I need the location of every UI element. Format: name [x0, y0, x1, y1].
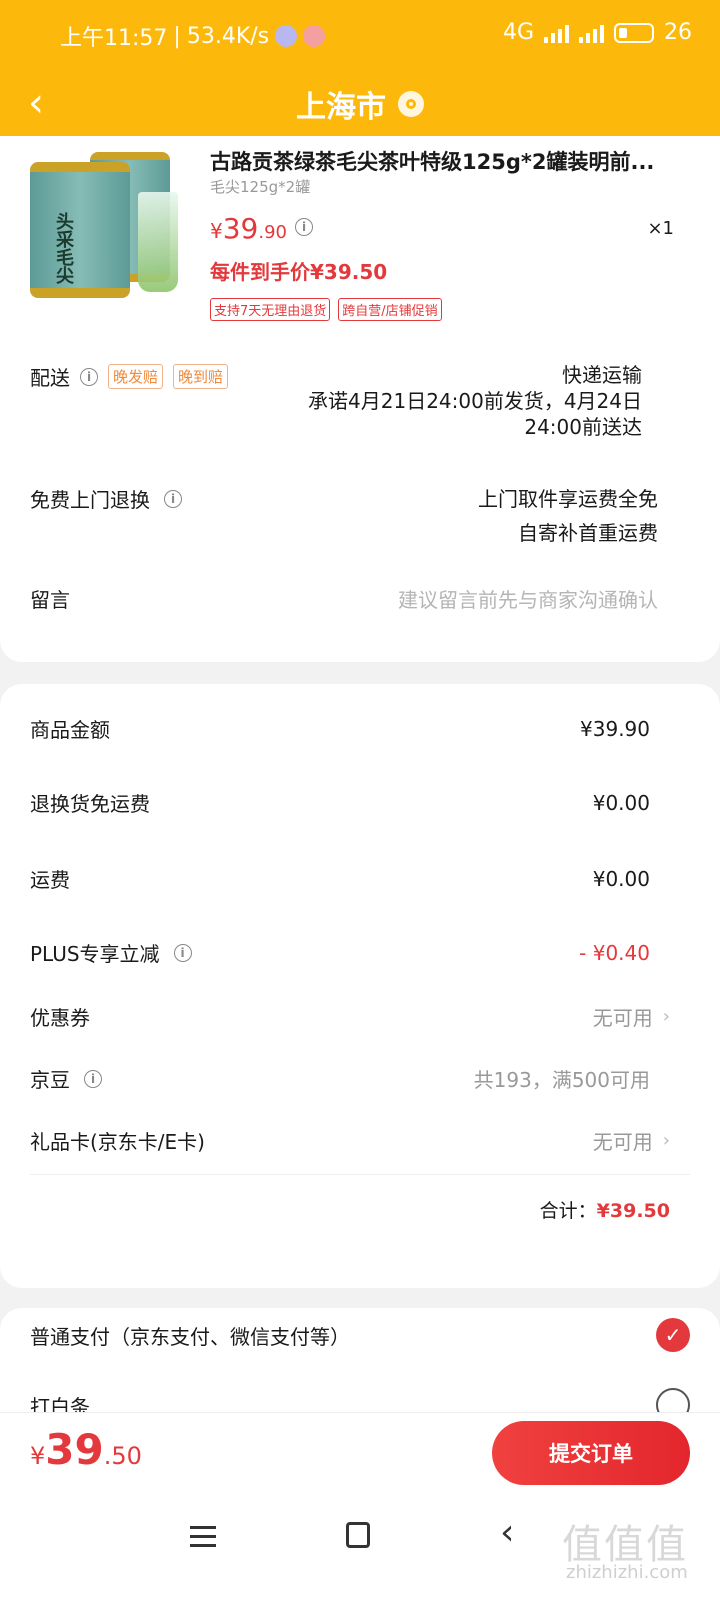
- app-notification-icon: [303, 25, 326, 47]
- system-nav-bar: ‹ 值值值 zhizhizhi.com: [0, 1492, 720, 1600]
- delivery-info-icon[interactable]: i: [80, 367, 98, 386]
- return-service-row: 免费上门退换 i: [30, 484, 182, 513]
- menu-icon[interactable]: [190, 1526, 216, 1553]
- plus-info-icon[interactable]: i: [173, 943, 192, 962]
- goods-amount-row: 商品金额 ¥39.90: [30, 716, 650, 743]
- chevron-left-icon: ‹: [28, 80, 44, 126]
- checkmark-icon[interactable]: ✓: [656, 1318, 690, 1352]
- chevron-right-icon: ›: [662, 1130, 670, 1151]
- order-card: 头采毛尖 古路贡茶绿茶毛尖茶叶特级125g*2罐装明前... 毛尖125g*2罐…: [0, 136, 720, 662]
- message-input[interactable]: 建议留言前先与商家沟通确认: [398, 584, 658, 613]
- tag-7day-return: 支持7天无理由退货: [210, 298, 331, 321]
- app-notification-icon: [275, 25, 298, 47]
- product-image[interactable]: 头采毛尖: [30, 152, 190, 300]
- message-label: 留言: [30, 588, 70, 612]
- battery-level: 26: [664, 20, 692, 45]
- delivery-detail[interactable]: 快递运输 承诺4月21日24:00前发货，4月24日 24:00前送达: [308, 362, 642, 440]
- status-speed: 53.4K/s: [186, 23, 270, 49]
- chevron-right-icon: ›: [662, 1006, 670, 1027]
- delivery-promise-line2: 24:00前送达: [524, 415, 642, 439]
- return-service-label: 免费上门退换: [30, 488, 150, 512]
- price-info-icon[interactable]: i: [295, 218, 313, 236]
- payment-option-normal[interactable]: 普通支付（京东支付、微信支付等） ✓: [30, 1318, 690, 1352]
- summary-card: 商品金额 ¥39.90 退换货免运费 ¥0.00 运费 ¥0.00 PLUS专享…: [0, 684, 720, 1288]
- product-tags: 支持7天无理由退货 跨自营/店铺促销: [210, 298, 442, 321]
- product-quantity: ×1: [647, 218, 674, 239]
- network-label: 4G: [502, 20, 534, 45]
- submit-order-button[interactable]: 提交订单: [492, 1421, 690, 1485]
- header: 上海市 ‹: [0, 68, 720, 140]
- status-bar: 上午11:57 | 53.4K/s 4G 26: [60, 20, 692, 51]
- checkout-bar: ¥ 39 .50 提交订单: [0, 1412, 720, 1492]
- location-pin-icon[interactable]: [398, 91, 424, 117]
- page-title[interactable]: 上海市: [296, 82, 386, 126]
- product-spec: 毛尖125g*2罐: [210, 178, 311, 196]
- return-info-icon[interactable]: i: [164, 489, 182, 508]
- delivery-promise-line1: 承诺4月21日24:00前发货，4月24日: [308, 389, 642, 413]
- tag-late-ship: 晚发赔: [108, 364, 164, 389]
- product-price: ¥ 39 .90: [210, 212, 288, 245]
- top-area: 上午11:57 | 53.4K/s 4G 26 上海市 ‹: [0, 0, 720, 140]
- signal-icon: [544, 23, 569, 43]
- watermark-url: zhizhizhi.com: [566, 1562, 688, 1583]
- freight-row: 运费 ¥0.00: [30, 866, 650, 893]
- status-time: 上午11:57: [60, 26, 168, 51]
- battery-icon: [614, 22, 654, 43]
- product-image-label: 头采毛尖: [53, 212, 74, 284]
- gift-card-row[interactable]: 礼品卡(京东卡/E卡) 无可用 ›: [30, 1126, 670, 1155]
- delivery-row: 配送 i 晚发赔 晚到赔: [30, 362, 229, 391]
- divider: [30, 1174, 690, 1175]
- jd-bean-row: 京豆 i 共193，满500可用: [30, 1068, 650, 1092]
- product-name[interactable]: 古路贡茶绿茶毛尖茶叶特级125g*2罐装明前...: [210, 146, 670, 176]
- coupon-row[interactable]: 优惠券 无可用 ›: [30, 1002, 670, 1031]
- plus-discount-row: PLUS专享立减 i - ¥0.40: [30, 940, 650, 967]
- tag-promotion: 跨自营/店铺促销: [338, 298, 442, 321]
- home-icon[interactable]: [346, 1522, 370, 1548]
- return-service-detail[interactable]: 上门取件享运费全免 自寄补首重运费: [478, 482, 658, 550]
- order-total: 合计：¥39.50: [539, 1200, 670, 1222]
- delivery-label: 配送: [30, 366, 70, 390]
- return-free-row: 退换货免运费 ¥0.00: [30, 790, 650, 817]
- signal-icon: [579, 23, 604, 43]
- back-icon[interactable]: ‹: [500, 1512, 514, 1553]
- delivery-method: 快递运输: [562, 363, 642, 387]
- final-price: 每件到手价¥39.50: [210, 260, 388, 284]
- checkout-price: ¥ 39 .50: [30, 1425, 142, 1474]
- back-button[interactable]: ‹: [28, 78, 68, 128]
- tag-late-arrive: 晚到赔: [173, 364, 229, 389]
- jd-bean-info-icon[interactable]: i: [84, 1069, 102, 1088]
